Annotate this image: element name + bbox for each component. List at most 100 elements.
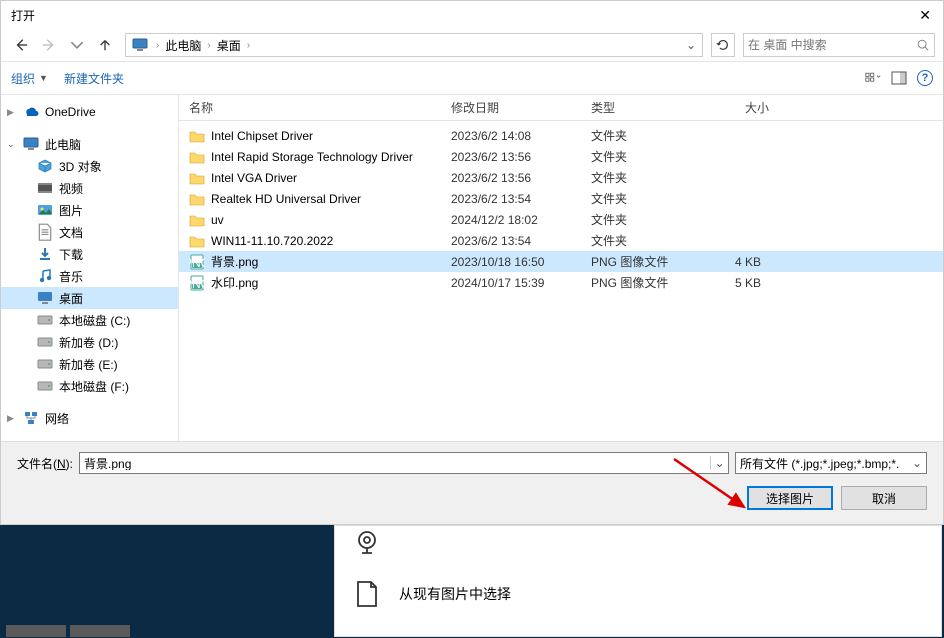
- folder-icon: [189, 150, 205, 164]
- file-name: Intel Chipset Driver: [211, 129, 313, 143]
- sidebar-item[interactable]: 视频: [1, 177, 178, 199]
- breadcrumb-dropdown-icon[interactable]: ⌄: [682, 38, 700, 52]
- help-icon[interactable]: ?: [917, 70, 933, 86]
- dropdown-icon[interactable]: ⌄: [912, 456, 922, 470]
- file-date: 2024/12/2 18:02: [441, 213, 581, 227]
- sidebar-item-label: 视频: [59, 180, 83, 197]
- file-date: 2024/10/17 15:39: [441, 276, 581, 290]
- cancel-button[interactable]: 取消: [841, 486, 927, 510]
- sidebar-item-label: 新加卷 (E:): [59, 356, 118, 373]
- back-button[interactable]: [9, 33, 33, 57]
- image-file-icon: [353, 580, 381, 608]
- search-icon[interactable]: [916, 38, 930, 52]
- search-box[interactable]: [743, 33, 935, 57]
- option-select-existing[interactable]: 从现有图片中选择: [335, 566, 941, 622]
- file-row[interactable]: WIN11-11.10.720.20222023/6/2 13:54文件夹: [179, 230, 943, 251]
- file-size: 4 KB: [699, 255, 779, 269]
- file-size: 5 KB: [699, 276, 779, 290]
- chevron-right-icon: ›: [207, 40, 210, 51]
- file-list: Intel Chipset Driver2023/6/2 14:08文件夹Int…: [179, 121, 943, 441]
- file-type: PNG 图像文件: [581, 274, 699, 291]
- file-date: 2023/6/2 13:54: [441, 234, 581, 248]
- sidebar-item[interactable]: 3D 对象: [1, 155, 178, 177]
- sidebar-item[interactable]: 新加卷 (D:): [1, 331, 178, 353]
- sidebar-network[interactable]: ▶ 网络: [1, 407, 178, 429]
- sidebar-label: 网络: [45, 410, 69, 427]
- file-type-filter[interactable]: 所有文件 (*.jpg;*.jpeg;*.bmp;*. ⌄: [735, 452, 927, 474]
- sidebar-item-label: 文档: [59, 224, 83, 241]
- file-date: 2023/6/2 13:56: [441, 171, 581, 185]
- view-options-button[interactable]: [865, 71, 881, 85]
- recent-dropdown[interactable]: [65, 33, 89, 57]
- file-type: PNG 图像文件: [581, 253, 699, 270]
- file-type: 文件夹: [581, 211, 699, 228]
- preview-pane-button[interactable]: [891, 71, 907, 85]
- png-file-icon: PNG: [189, 275, 205, 291]
- column-date[interactable]: 修改日期: [441, 99, 581, 116]
- file-row[interactable]: Intel Rapid Storage Technology Driver202…: [179, 146, 943, 167]
- open-button[interactable]: 选择图片: [747, 486, 833, 510]
- file-row[interactable]: Intel Chipset Driver2023/6/2 14:08文件夹: [179, 125, 943, 146]
- sidebar-item-label: 图片: [59, 202, 83, 219]
- dialog-footer: 文件名(N): ⌄ 所有文件 (*.jpg;*.jpeg;*.bmp;*. ⌄ …: [1, 441, 943, 524]
- thumbnail[interactable]: [6, 625, 66, 637]
- forward-button[interactable]: [37, 33, 61, 57]
- file-row[interactable]: Intel VGA Driver2023/6/2 13:56文件夹: [179, 167, 943, 188]
- column-name[interactable]: 名称: [179, 99, 441, 116]
- collapse-icon[interactable]: ⌄: [7, 139, 17, 150]
- sidebar-item[interactable]: 新加卷 (E:): [1, 353, 178, 375]
- file-type: 文件夹: [581, 169, 699, 186]
- search-input[interactable]: [748, 38, 916, 52]
- folder-icon: [189, 129, 205, 143]
- file-date: 2023/6/2 14:08: [441, 129, 581, 143]
- option-camera[interactable]: [335, 526, 941, 566]
- file-date: 2023/6/2 13:54: [441, 192, 581, 206]
- expand-icon[interactable]: ▶: [7, 107, 17, 118]
- onedrive-icon: [23, 104, 39, 120]
- sidebar-item[interactable]: 图片: [1, 199, 178, 221]
- file-row[interactable]: uv 2024/12/2 18:02文件夹: [179, 209, 943, 230]
- file-row[interactable]: Realtek HD Universal Driver2023/6/2 13:5…: [179, 188, 943, 209]
- file-name: Intel Rapid Storage Technology Driver: [211, 150, 413, 164]
- sidebar-item-label: 下载: [59, 246, 83, 263]
- filename-combobox[interactable]: ⌄: [79, 452, 729, 474]
- close-icon[interactable]: ✕: [895, 7, 935, 24]
- drive-icon: [37, 378, 53, 394]
- sidebar-item[interactable]: 文档: [1, 221, 178, 243]
- sidebar-item-label: 桌面: [59, 290, 83, 307]
- sidebar-item-label: 3D 对象: [59, 158, 102, 175]
- column-size[interactable]: 大小: [699, 99, 779, 116]
- filename-input[interactable]: [80, 456, 710, 470]
- file-pane: 名称 修改日期 类型 大小 Intel Chipset Driver 2023/6…: [179, 95, 943, 441]
- file-name: uv: [211, 213, 224, 227]
- sidebar-onedrive[interactable]: ▶ OneDrive: [1, 101, 178, 123]
- up-button[interactable]: [93, 33, 117, 57]
- sidebar-item-label: 本地磁盘 (C:): [59, 312, 130, 329]
- sidebar-item[interactable]: 本地磁盘 (F:): [1, 375, 178, 397]
- sidebar-this-pc[interactable]: ⌄ 此电脑: [1, 133, 178, 155]
- file-row[interactable]: PNG水印.png2024/10/17 15:39PNG 图像文件5 KB: [179, 272, 943, 293]
- sidebar-item[interactable]: 下载: [1, 243, 178, 265]
- dropdown-icon[interactable]: ⌄: [710, 456, 728, 470]
- thumbnail[interactable]: [70, 625, 130, 637]
- filter-text: 所有文件 (*.jpg;*.jpeg;*.bmp;*.: [740, 455, 899, 472]
- music-icon: [37, 268, 53, 284]
- svg-text:PNG: PNG: [189, 277, 205, 291]
- folder-icon: [189, 171, 205, 185]
- sidebar-item[interactable]: 桌面: [1, 287, 178, 309]
- breadcrumb-root[interactable]: 此电脑: [163, 37, 203, 54]
- column-type[interactable]: 类型: [581, 99, 699, 116]
- organize-button[interactable]: 组织 ▼: [11, 70, 48, 87]
- file-row[interactable]: PNG背景.png2023/10/18 16:50PNG 图像文件4 KB: [179, 251, 943, 272]
- options-panel: 从现有图片中选择: [334, 525, 942, 637]
- breadcrumb-current[interactable]: 桌面: [215, 37, 243, 54]
- file-type: 文件夹: [581, 232, 699, 249]
- breadcrumb[interactable]: › 此电脑 › 桌面 › ⌄: [125, 33, 703, 57]
- column-headers: 名称 修改日期 类型 大小: [179, 95, 943, 121]
- expand-icon[interactable]: ▶: [7, 413, 17, 424]
- this-pc-icon: [132, 38, 148, 52]
- sidebar-item[interactable]: 音乐: [1, 265, 178, 287]
- new-folder-button[interactable]: 新建文件夹: [64, 70, 124, 87]
- refresh-button[interactable]: [711, 33, 735, 57]
- sidebar-item[interactable]: 本地磁盘 (C:): [1, 309, 178, 331]
